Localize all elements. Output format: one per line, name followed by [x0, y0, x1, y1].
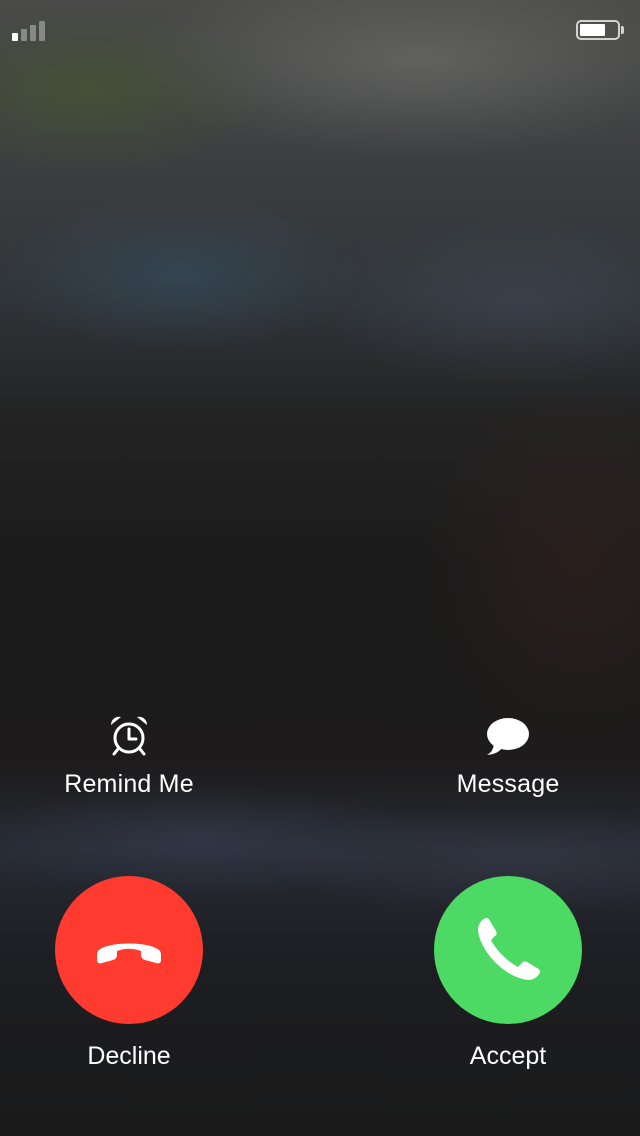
signal-bar	[12, 33, 18, 41]
decline-control: Decline	[29, 876, 229, 1076]
alarm-clock-icon	[110, 716, 148, 756]
phone-icon	[478, 918, 540, 980]
message-button[interactable]: Message	[408, 712, 608, 812]
decline-button[interactable]	[55, 876, 203, 1024]
phone-hangup-icon	[97, 943, 161, 964]
accept-control: Accept	[408, 876, 608, 1076]
remind-me-label: Remind Me	[64, 770, 194, 798]
battery-nub	[621, 26, 624, 34]
message-label: Message	[456, 770, 560, 798]
accept-label[interactable]: Accept	[408, 1042, 608, 1071]
accept-button[interactable]	[434, 876, 582, 1024]
decline-label[interactable]: Decline	[29, 1042, 229, 1071]
signal-bar	[39, 21, 45, 41]
battery-fill	[580, 24, 605, 36]
signal-bar	[21, 29, 27, 41]
signal-bar	[30, 25, 36, 41]
incoming-call-screen: Remind Me Message Decline Accept	[0, 0, 640, 1136]
signal-strength-icon	[12, 21, 48, 41]
speech-bubble-icon	[487, 718, 529, 755]
remind-me-button[interactable]: Remind Me	[29, 712, 229, 812]
battery-icon	[576, 20, 624, 44]
